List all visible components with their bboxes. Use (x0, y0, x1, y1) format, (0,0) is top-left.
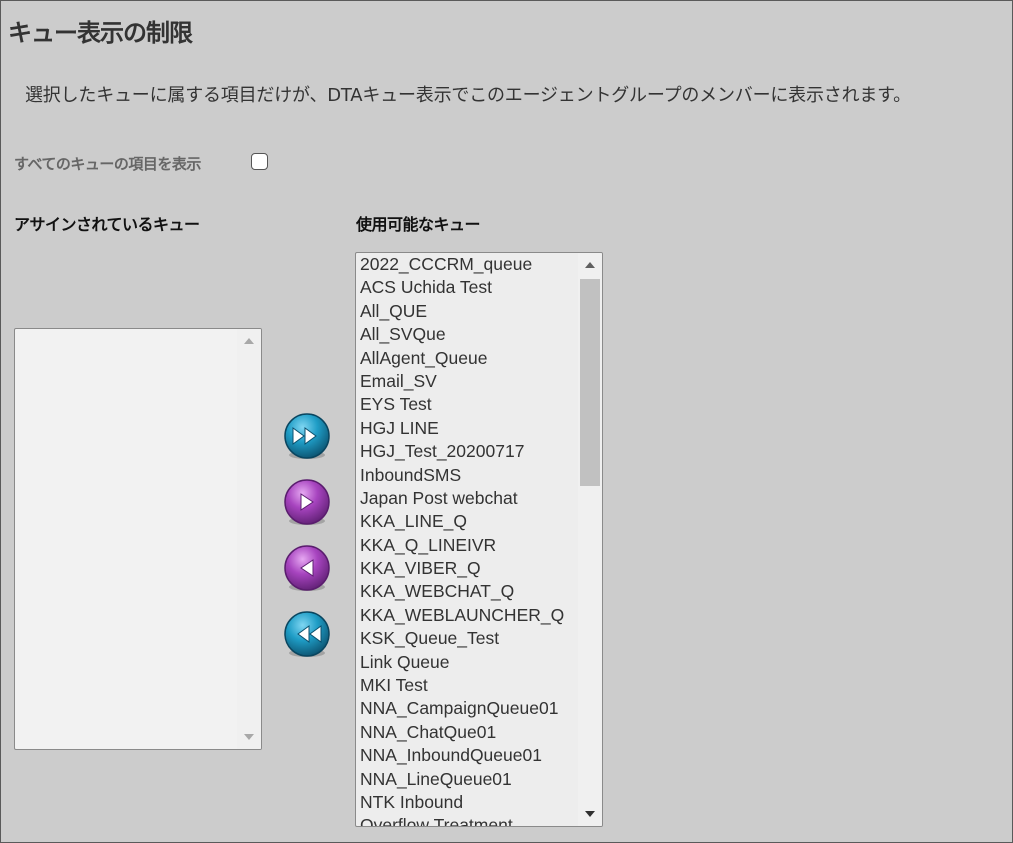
scroll-down-icon[interactable] (585, 811, 595, 817)
available-queue-option[interactable]: ACS Uchida Test (356, 276, 578, 299)
available-queue-option[interactable]: Link Queue (356, 651, 578, 674)
fast-forward-icon (284, 413, 330, 459)
available-queue-option[interactable]: KKA_LINE_Q (356, 510, 578, 533)
available-queue-option[interactable]: NTK Inbound (356, 791, 578, 814)
remove-all-button[interactable] (281, 609, 333, 661)
available-queue-option[interactable]: KKA_Q_LINEIVR (356, 534, 578, 557)
remove-button[interactable] (281, 543, 333, 595)
show-all-checkbox[interactable] (251, 153, 268, 170)
available-queue-option[interactable]: HGJ_Test_20200717 (356, 440, 578, 463)
add-button[interactable] (281, 477, 333, 529)
restrict-queue-panel: キュー表示の制限 選択したキューに属する項目だけが、DTAキュー表示でこのエージ… (0, 0, 1013, 843)
available-queue-option[interactable]: NNA_ChatQue01 (356, 721, 578, 744)
available-queue-option[interactable]: KKA_VIBER_Q (356, 557, 578, 580)
available-queue-option[interactable]: MKI Test (356, 674, 578, 697)
page-title: キュー表示の制限 (8, 19, 193, 47)
available-queue-option[interactable]: NNA_InboundQueue01 (356, 744, 578, 767)
play-right-icon (284, 479, 330, 525)
available-queue-option[interactable]: KKA_WEBCHAT_Q (356, 580, 578, 603)
available-queue-option[interactable]: All_SVQue (356, 323, 578, 346)
available-queue-option[interactable]: EYS Test (356, 393, 578, 416)
scroll-up-icon[interactable] (244, 338, 254, 344)
available-queue-option[interactable]: KSK_Queue_Test (356, 627, 578, 650)
available-queue-option[interactable]: KKA_WEBLAUNCHER_Q (356, 604, 578, 627)
available-queues-listbox[interactable]: 2022_CCCRM_queue ACS Uchida Test All_QUE Al… (355, 252, 603, 827)
add-all-button[interactable] (281, 411, 333, 463)
available-queues-heading: 使用可能なキュー (356, 215, 481, 234)
available-scrollbar[interactable] (578, 253, 602, 826)
available-queue-option[interactable]: Email_SV (356, 370, 578, 393)
show-all-label: すべてのキューの項目を表示 (14, 154, 201, 173)
available-queue-option[interactable]: HGJ LINE (356, 417, 578, 440)
available-queue-option[interactable]: AllAgent_Queue (356, 347, 578, 370)
scroll-up-icon[interactable] (585, 262, 595, 268)
show-all-row: すべてのキューの項目を表示 (14, 152, 268, 174)
available-queue-option[interactable]: Japan Post webchat (356, 487, 578, 510)
available-queue-option[interactable]: NNA_CampaignQueue01 (356, 697, 578, 720)
available-queue-option[interactable]: Overflow Treatment (356, 814, 578, 826)
page-description: 選択したキューに属する項目だけが、DTAキュー表示でこのエージェントグループのメ… (25, 85, 911, 106)
available-queue-option[interactable]: All_QUE (356, 300, 578, 323)
available-queue-option[interactable]: InboundSMS (356, 464, 578, 487)
available-queue-option[interactable]: NNA_LineQueue01 (356, 768, 578, 791)
rewind-icon (284, 611, 330, 657)
play-left-icon (284, 545, 330, 591)
assigned-queues-listbox[interactable] (14, 328, 262, 750)
scrollbar-thumb[interactable] (580, 279, 600, 486)
assigned-queues-heading: アサインされているキュー (14, 215, 200, 234)
available-queue-items: 2022_CCCRM_queue ACS Uchida Test All_QUE Al… (356, 253, 578, 826)
assigned-scrollbar[interactable] (237, 329, 261, 749)
scroll-down-icon[interactable] (244, 734, 254, 740)
available-queue-option[interactable]: 2022_CCCRM_queue (356, 253, 578, 276)
